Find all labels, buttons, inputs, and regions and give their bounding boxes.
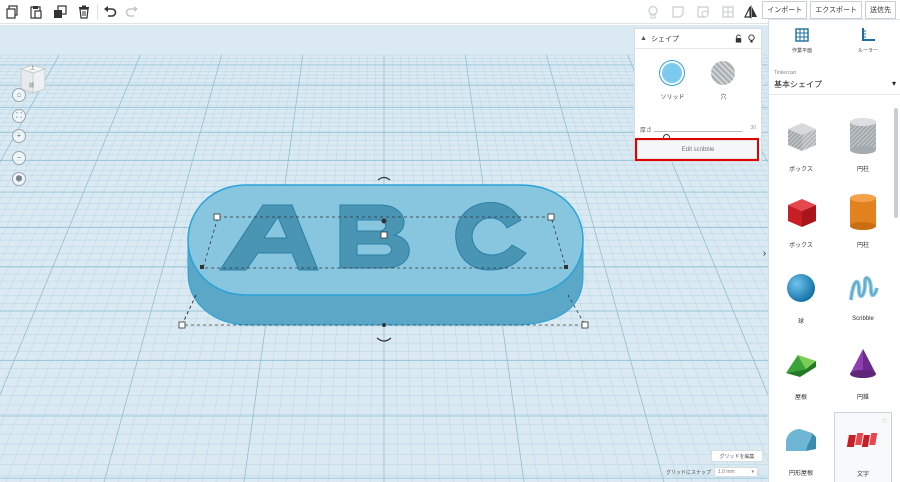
shape-label: ボックス xyxy=(789,167,813,173)
note-icon[interactable] xyxy=(669,3,687,21)
library-name: 基本シェイプ xyxy=(774,80,822,89)
top-actions: インポート エクスポート 送信先 xyxy=(762,0,900,20)
bulb-icon[interactable] xyxy=(747,34,756,43)
scribble-icon xyxy=(841,266,885,310)
collapse-caret-icon[interactable]: ▲ xyxy=(640,35,647,42)
undo-icon[interactable] xyxy=(101,3,119,21)
ruler-tool[interactable]: ルーラー xyxy=(858,26,878,54)
shape-box-hole[interactable]: ボックス xyxy=(772,108,830,180)
sidebar-scrollbar[interactable] xyxy=(894,108,898,218)
bottom-handle[interactable] xyxy=(382,323,386,327)
zoom-out-icon[interactable]: − xyxy=(12,151,26,165)
export-button[interactable]: エクスポート xyxy=(810,0,862,19)
chevron-down-icon: ▾ xyxy=(751,469,755,475)
mirror-icon[interactable] xyxy=(742,3,760,21)
ortho-view-icon[interactable]: ⬢ xyxy=(12,172,26,186)
solid-swatch[interactable] xyxy=(660,61,685,85)
snap-select[interactable]: 1.0 mm ▾ xyxy=(714,467,759,477)
sphere-icon xyxy=(779,266,823,310)
snap-label: グリッドにスナップ xyxy=(666,469,712,476)
thickness-max: 30 xyxy=(750,125,756,131)
shape-inspector-title: シェイプ xyxy=(650,35,679,43)
shape-label: 球 xyxy=(797,319,804,325)
hole-swatch[interactable] xyxy=(711,61,736,85)
side-handle[interactable] xyxy=(564,265,568,269)
thickness-label: 厚さ xyxy=(640,128,653,134)
shape-label: 円柱 xyxy=(856,167,869,173)
star-icon[interactable]: ☆ xyxy=(881,416,888,425)
rotate-arrow-icon[interactable] xyxy=(376,337,392,342)
shape-label: Scribble xyxy=(852,316,874,322)
text-icon xyxy=(841,419,885,463)
height-handle[interactable] xyxy=(381,218,387,224)
toolbar xyxy=(0,0,768,24)
snap-value: 1.0 mm xyxy=(718,469,735,475)
workplane-icon xyxy=(795,28,809,42)
shape-label: 円柱 xyxy=(856,243,869,249)
shape-label: 円錐 xyxy=(856,395,869,401)
shape-sphere[interactable]: 球 xyxy=(772,260,830,332)
cylinder-hole-icon xyxy=(841,114,885,158)
redo-icon[interactable] xyxy=(123,3,141,21)
send-to-button[interactable]: 送信先 xyxy=(865,0,896,19)
shape-text[interactable]: ☆ 文字 xyxy=(834,412,892,482)
highlight-annotation xyxy=(635,138,759,161)
solid-label: ソリッド xyxy=(660,95,685,101)
shape-label: ボックス xyxy=(789,243,813,249)
ruler-label: ルーラー xyxy=(857,48,878,54)
box-icon xyxy=(779,190,823,234)
paste-icon[interactable] xyxy=(27,3,45,21)
home-view-icon[interactable]: ⌂ xyxy=(12,88,26,102)
shape-cone[interactable]: 円錐 xyxy=(834,336,892,408)
hole-option[interactable]: 穴 xyxy=(711,61,736,101)
grid-icon[interactable] xyxy=(719,3,737,21)
roof-icon xyxy=(779,342,823,386)
shape-label: 円形屋根 xyxy=(788,471,813,477)
lock-icon[interactable] xyxy=(734,34,743,43)
library-select[interactable]: 基本シェイプ ▾ xyxy=(774,79,896,90)
shape-box[interactable]: ボックス xyxy=(772,184,830,256)
trash-icon[interactable] xyxy=(75,3,93,21)
right-sidebar: 作業平面 ルーラー Tinkercad 基本シェイプ ▾ ボックス 円柱 ボック… xyxy=(768,20,900,482)
shape-cylinder[interactable]: 円柱 xyxy=(834,184,892,256)
shape-roof[interactable]: 屋根 xyxy=(772,336,830,408)
workplane-label: 作業平面 xyxy=(791,48,812,54)
box-hole-icon xyxy=(779,114,823,158)
shape-inspector-header: ▲ シェイプ xyxy=(635,29,761,49)
cylinder-icon xyxy=(841,190,885,234)
hole-label: 穴 xyxy=(720,95,727,101)
dropdown-caret-icon: ▾ xyxy=(891,79,896,88)
side-handle[interactable] xyxy=(200,265,204,269)
shape-cylinder-hole[interactable]: 円柱 xyxy=(834,108,892,180)
ruler-icon xyxy=(861,28,875,41)
zoom-in-icon[interactable]: + xyxy=(12,129,26,143)
shape-label: 文字 xyxy=(856,472,869,478)
viewcube-top: 上 xyxy=(30,65,36,71)
workplane-tool[interactable]: 作業平面 xyxy=(792,26,812,54)
import-button[interactable]: インポート xyxy=(762,0,808,19)
ruler-note-icon[interactable] xyxy=(694,3,712,21)
thickness-slider[interactable]: 厚さ 30 xyxy=(640,125,756,141)
library-source: Tinkercad xyxy=(774,70,796,76)
fit-view-icon[interactable]: ⛶ xyxy=(12,109,26,123)
rotate-arrow-icon[interactable] xyxy=(377,176,391,181)
duplicate-icon[interactable] xyxy=(51,3,69,21)
solid-option[interactable]: ソリッド xyxy=(660,61,685,101)
copy-icon[interactable] xyxy=(3,3,21,21)
toolbar-divider xyxy=(97,4,98,20)
divider xyxy=(769,94,900,95)
viewcube-front: 前 xyxy=(29,83,35,89)
edit-grid-button[interactable]: グリッドを編集 xyxy=(711,450,763,462)
shape-scribble[interactable]: Scribble xyxy=(834,260,892,332)
slider-track[interactable] xyxy=(654,131,742,141)
shape-label: 屋根 xyxy=(794,395,807,401)
snap-grid: グリッドにスナップ 1.0 mm ▾ xyxy=(666,466,766,478)
bulb-icon[interactable] xyxy=(644,3,662,21)
cone-icon xyxy=(841,342,885,386)
shape-round-roof[interactable]: 円形屋根 xyxy=(772,412,830,482)
round-roof-icon xyxy=(779,418,823,462)
